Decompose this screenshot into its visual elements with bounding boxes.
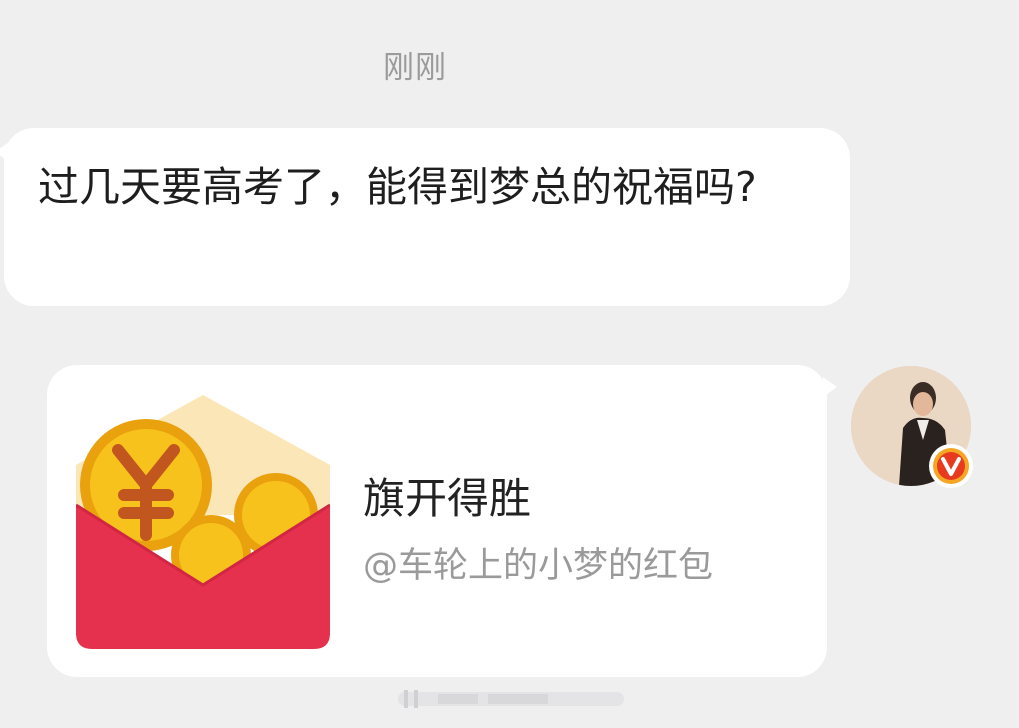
red-packet-title: 旗开得胜: [363, 474, 532, 523]
incoming-message-bubble[interactable]: 过几天要高考了，能得到梦总的祝福吗?: [0, 128, 850, 306]
bubble-tail: [823, 377, 837, 397]
bottom-indicator: [398, 690, 624, 708]
verified-v-badge-icon: [929, 444, 973, 488]
bubble-tail: [0, 142, 9, 162]
red-envelope-yuan-icon: [76, 395, 330, 649]
incoming-message-text: 过几天要高考了，能得到梦总的祝福吗?: [38, 163, 757, 211]
message-timestamp: 刚刚: [383, 50, 447, 86]
red-packet-card[interactable]: 旗开得胜 @车轮上的小梦的红包: [47, 365, 837, 677]
red-packet-sender: @车轮上的小梦的红包: [363, 546, 714, 586]
